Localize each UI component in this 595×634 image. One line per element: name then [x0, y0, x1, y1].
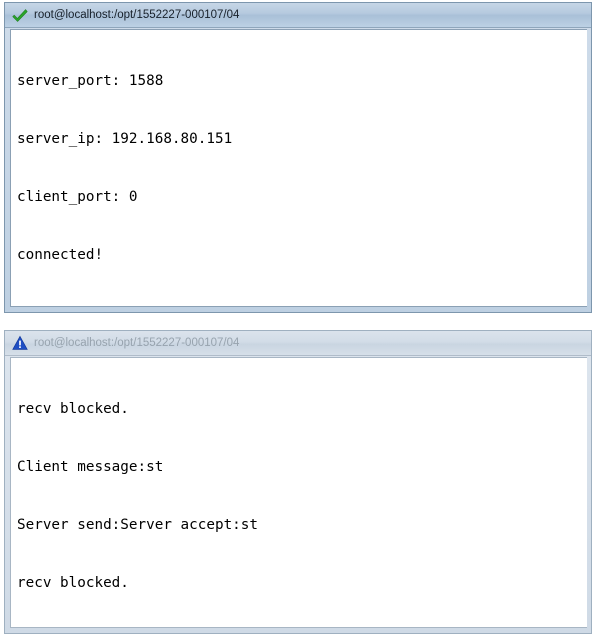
terminal-line: recv blocked.: [17, 575, 129, 592]
terminal-line: server_port: 1588: [17, 72, 164, 89]
terminal-line: client_port: 0: [17, 189, 138, 206]
terminal-line: Server send:Server accept:st: [17, 517, 259, 534]
blue-warning-triangle-icon: [12, 335, 28, 350]
terminal-output-2: recv blocked. Client message:st Server s…: [11, 358, 587, 627]
desktop-background: root@localhost:/opt/1552227-000107/04 se…: [0, 0, 595, 634]
terminal-line: connected!: [17, 247, 104, 264]
titlebar-title-terminal-1: root@localhost:/opt/1552227-000107/04: [34, 9, 240, 21]
titlebar-terminal-1[interactable]: root@localhost:/opt/1552227-000107/04: [5, 3, 591, 28]
terminal-line: Write complete.write: This is a test cod…: [17, 305, 587, 307]
green-check-icon: [12, 9, 28, 22]
terminal-window-1[interactable]: root@localhost:/opt/1552227-000107/04 se…: [4, 2, 592, 313]
terminal-client-area-1[interactable]: server_port: 1588 server_ip: 192.168.80.…: [10, 29, 587, 307]
terminal-line: recv blocked.: [17, 400, 129, 417]
terminal-line: Client message:st: [17, 459, 164, 476]
terminal-output-1: server_port: 1588 server_ip: 192.168.80.…: [11, 30, 587, 307]
terminal-client-area-2[interactable]: recv blocked. Client message:st Server s…: [10, 357, 587, 628]
terminal-line: server_ip: 192.168.80.151: [17, 131, 233, 148]
terminal-window-2[interactable]: root@localhost:/opt/1552227-000107/04 re…: [4, 330, 592, 634]
titlebar-terminal-2[interactable]: root@localhost:/opt/1552227-000107/04: [5, 331, 591, 356]
titlebar-title-terminal-2: root@localhost:/opt/1552227-000107/04: [34, 337, 240, 349]
